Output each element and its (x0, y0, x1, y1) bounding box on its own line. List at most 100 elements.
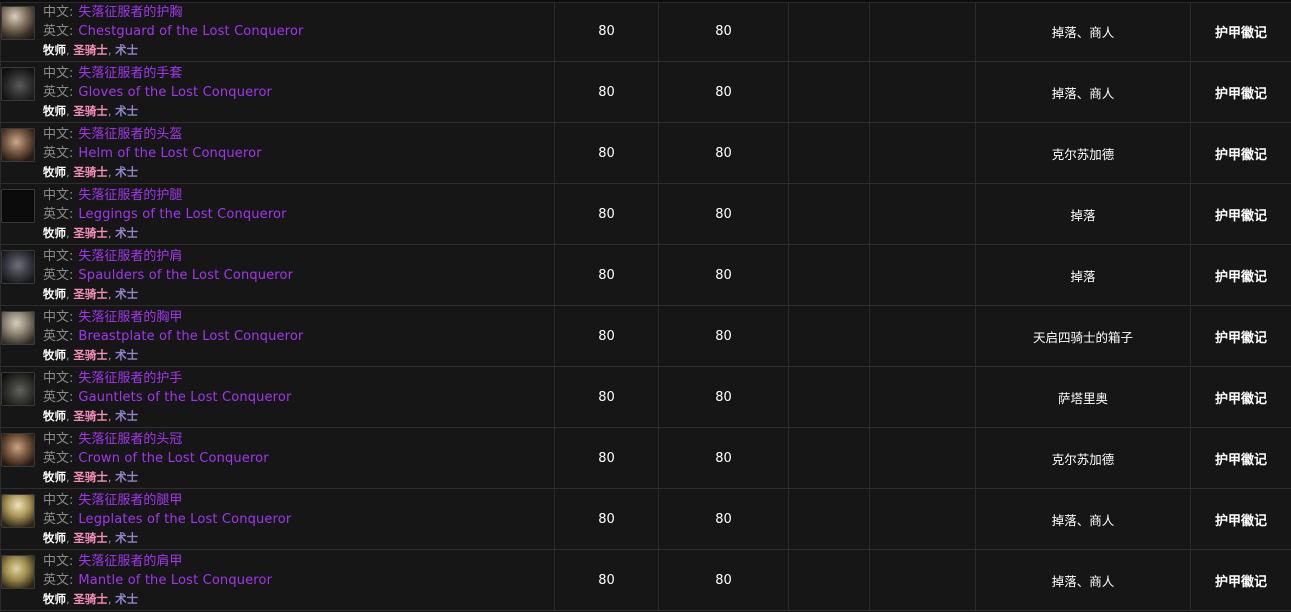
item-name-cn[interactable]: 失落征服者的护胸 (78, 5, 182, 20)
extra-cell-c (788, 427, 870, 489)
cost-cell: 护甲徽记 (1190, 427, 1291, 489)
item-name-en-line: 英文: Leggings of the Lost Conqueror (43, 206, 287, 224)
class-priest: 牧师 (43, 348, 66, 363)
item-name-cn[interactable]: 失落征服者的胸甲 (78, 310, 182, 325)
class-paladin: 圣骑士 (73, 226, 108, 241)
cost-cell: 护甲徽记 (1190, 183, 1291, 245)
cn-label: 中文: (43, 249, 74, 265)
item-name-en[interactable]: Leggings of the Lost Conqueror (78, 207, 286, 222)
item-name-en[interactable]: Spaulders of the Lost Conqueror (78, 268, 293, 283)
breastplate-armor-icon[interactable] (1, 311, 35, 346)
table-top-edge (0, 0, 1291, 3)
table-row[interactable]: 中文: 失落征服者的头盔 英文: Helm of the Lost Conqueror… (0, 122, 1291, 184)
mantle-armor-icon[interactable] (1, 555, 35, 590)
class-priest: 牧师 (43, 43, 66, 58)
leggings-armor-icon[interactable] (1, 189, 35, 224)
item-cell: 中文: 失落征服者的胸甲 英文: Breastplate of the Lost Co… (0, 305, 555, 367)
item-name-cn[interactable]: 失落征服者的头盔 (78, 127, 182, 142)
item-name-cn[interactable]: 失落征服者的肩甲 (78, 554, 182, 569)
item-name-cn[interactable]: 失落征服者的护肩 (78, 249, 182, 264)
item-name-cn[interactable]: 失落征服者的手套 (78, 66, 182, 81)
en-label: 英文: (43, 328, 74, 344)
en-label: 英文: (43, 84, 74, 100)
required-level-cell: 80 (658, 549, 789, 611)
item-name-en[interactable]: Legplates of the Lost Conqueror (78, 512, 291, 527)
item-cell: 中文: 失落征服者的腿甲 英文: Legplates of the Lost Conq… (0, 488, 555, 550)
item-name-en-line: 英文: Chestguard of the Lost Conqueror (43, 23, 304, 41)
item-name-cn[interactable]: 失落征服者的头冠 (78, 432, 182, 447)
item-name-en[interactable]: Chestguard of the Lost Conqueror (78, 24, 303, 39)
item-class-list: 牧师, 圣骑士, 术士 (43, 164, 262, 180)
extra-cell-c (788, 488, 870, 550)
item-name-en[interactable]: Breastplate of the Lost Conqueror (78, 329, 303, 344)
item-name-cn[interactable]: 失落征服者的腿甲 (78, 493, 182, 508)
cn-label: 中文: (43, 188, 74, 204)
item-cell: 中文: 失落征服者的头冠英文: Crown of the Lost Conquero… (0, 427, 555, 489)
item-token-table: 中文: 失落征服者的护胸 英文: Chestguard of the Lost Con… (0, 0, 1291, 611)
extra-cell-d (869, 366, 976, 428)
required-level-cell: 80 (658, 0, 789, 62)
class-warlock: 术士 (115, 226, 139, 241)
table-row[interactable]: 中文: 失落征服者的胸甲 英文: Breastplate of the Lost Co… (0, 305, 1291, 367)
class-priest: 牧师 (43, 165, 66, 180)
item-name-en[interactable]: Mantle of the Lost Conqueror (78, 573, 272, 588)
source-cell: 萨塔里奥 (975, 366, 1191, 428)
extra-cell-d (869, 61, 976, 123)
extra-cell-d (869, 305, 976, 367)
extra-cell-d (869, 0, 976, 62)
table-row[interactable]: 中文: 失落征服者的护腿 英文: Leggings of the Lost Conqu… (0, 183, 1291, 245)
gauntlets-armor-icon[interactable] (1, 372, 35, 407)
gloves-armor-icon[interactable] (1, 67, 35, 102)
item-name-cn-line: 中文: 失落征服者的肩甲 (43, 553, 272, 571)
chest-armor-icon[interactable] (1, 6, 35, 41)
crown-armor-icon[interactable] (1, 433, 35, 468)
spaulders-armor-icon[interactable] (1, 250, 35, 285)
item-cell: 中文: 失落征服者的手套 英文: Gloves of the Lost Conquer… (0, 61, 555, 123)
item-class-list: 牧师, 圣骑士, 术士 (43, 530, 291, 546)
item-name-en[interactable]: Helm of the Lost Conqueror (78, 146, 261, 161)
item-name-en-line: 英文: Helm of the Lost Conqueror (43, 145, 262, 163)
item-name-cn-line: 中文: 失落征服者的护胸 (43, 4, 304, 22)
item-name-cn-line: 中文: 失落征服者的护手 (43, 370, 292, 388)
item-name-en[interactable]: Gloves of the Lost Conqueror (78, 85, 272, 100)
cost-cell: 护甲徽记 (1190, 244, 1291, 306)
item-name-en-line: 英文: Gauntlets of the Lost Conqueror (43, 389, 292, 407)
item-level-cell: 80 (554, 61, 659, 123)
cn-label: 中文: (43, 5, 74, 21)
item-name-cn-line: 中文: 失落征服者的手套 (43, 65, 272, 83)
class-warlock: 术士 (115, 104, 139, 119)
class-priest: 牧师 (43, 409, 66, 424)
table-row[interactable]: 中文: 失落征服者的头冠英文: Crown of the Lost Conquero… (0, 427, 1291, 489)
extra-cell-c (788, 183, 870, 245)
item-name-en-line: 英文: Legplates of the Lost Conqueror (43, 511, 291, 529)
cn-label: 中文: (43, 432, 74, 448)
class-priest: 牧师 (43, 592, 66, 607)
en-label: 英文: (43, 511, 74, 527)
table-row[interactable]: 中文: 失落征服者的肩甲 英文: Mantle of the Lost Conquer… (0, 549, 1291, 611)
item-name-cn-line: 中文: 失落征服者的胸甲 (43, 309, 303, 327)
source-cell: 掉落 (975, 183, 1191, 245)
required-level-cell: 80 (658, 427, 789, 489)
item-name-en-line: 英文: Gloves of the Lost Conqueror (43, 84, 272, 102)
item-name-en[interactable]: Gauntlets of the Lost Conqueror (78, 390, 291, 405)
table-row[interactable]: 中文: 失落征服者的护肩 英文: Spaulders of the Lost Conq… (0, 244, 1291, 306)
required-level-cell: 80 (658, 183, 789, 245)
item-name-cn[interactable]: 失落征服者的护腿 (78, 188, 182, 203)
table-row[interactable]: 中文: 失落征服者的护胸英文: Chestguard of the Lost Con… (0, 0, 1291, 62)
legplates-armor-icon[interactable] (1, 494, 35, 529)
item-class-list: 牧师, 圣骑士, 术士 (43, 469, 269, 485)
helm-armor-icon[interactable] (1, 128, 35, 163)
cn-label: 中文: (43, 310, 74, 326)
item-name-cn-line: 中文: 失落征服者的护腿 (43, 187, 287, 205)
en-label: 英文: (43, 206, 74, 222)
item-name-cn[interactable]: 失落征服者的护手 (78, 371, 182, 386)
en-label: 英文: (43, 572, 74, 588)
cn-label: 中文: (43, 371, 74, 387)
item-name-en[interactable]: Crown of the Lost Conqueror (78, 451, 268, 466)
table-row[interactable]: 中文: 失落征服者的腿甲 英文: Legplates of the Lost Conq… (0, 488, 1291, 550)
class-paladin: 圣骑士 (73, 531, 108, 546)
source-cell: 掉落 (975, 244, 1191, 306)
item-name-en-line: 英文: Crown of the Lost Conqueror (43, 450, 269, 468)
table-row[interactable]: 中文: 失落征服者的护手英文: Gauntlets of the Lost Conq… (0, 366, 1291, 428)
table-row[interactable]: 中文: 失落征服者的手套 英文: Gloves of the Lost Conquer… (0, 61, 1291, 123)
